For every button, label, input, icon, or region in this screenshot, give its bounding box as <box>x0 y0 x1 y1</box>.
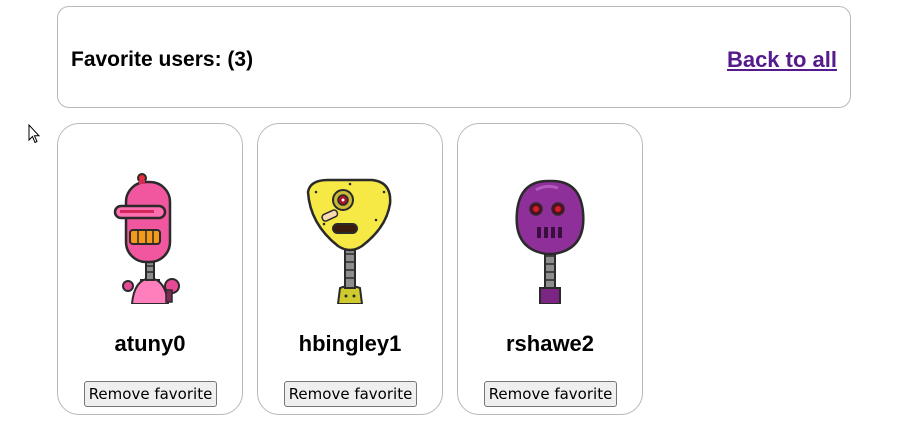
user-card: hbingley1 Remove favorite <box>257 123 443 415</box>
mouse-cursor-icon <box>28 124 40 144</box>
user-card: rshawe2 Remove favorite <box>457 123 643 415</box>
favorites-header: Favorite users: (3) Back to all <box>57 6 851 108</box>
username: hbingley1 <box>298 331 402 356</box>
back-to-all-link[interactable]: Back to all <box>727 47 837 73</box>
remove-favorite-button[interactable]: Remove favorite <box>484 381 617 407</box>
page-title: Favorite users: (3) <box>71 48 254 71</box>
remove-favorite-button[interactable]: Remove favorite <box>284 381 417 407</box>
purple-robot-avatar-icon <box>515 179 585 304</box>
yellow-robot-avatar-icon <box>306 178 392 304</box>
pink-robot-avatar-icon <box>113 173 180 304</box>
username: rshawe2 <box>505 331 595 356</box>
user-card: atuny0 Remove favorite <box>57 123 243 415</box>
favorites-page: Favorite users: (3) Back to all atuny0 R… <box>0 0 905 446</box>
remove-favorite-button[interactable]: Remove favorite <box>84 381 217 407</box>
username: atuny0 <box>114 331 186 356</box>
